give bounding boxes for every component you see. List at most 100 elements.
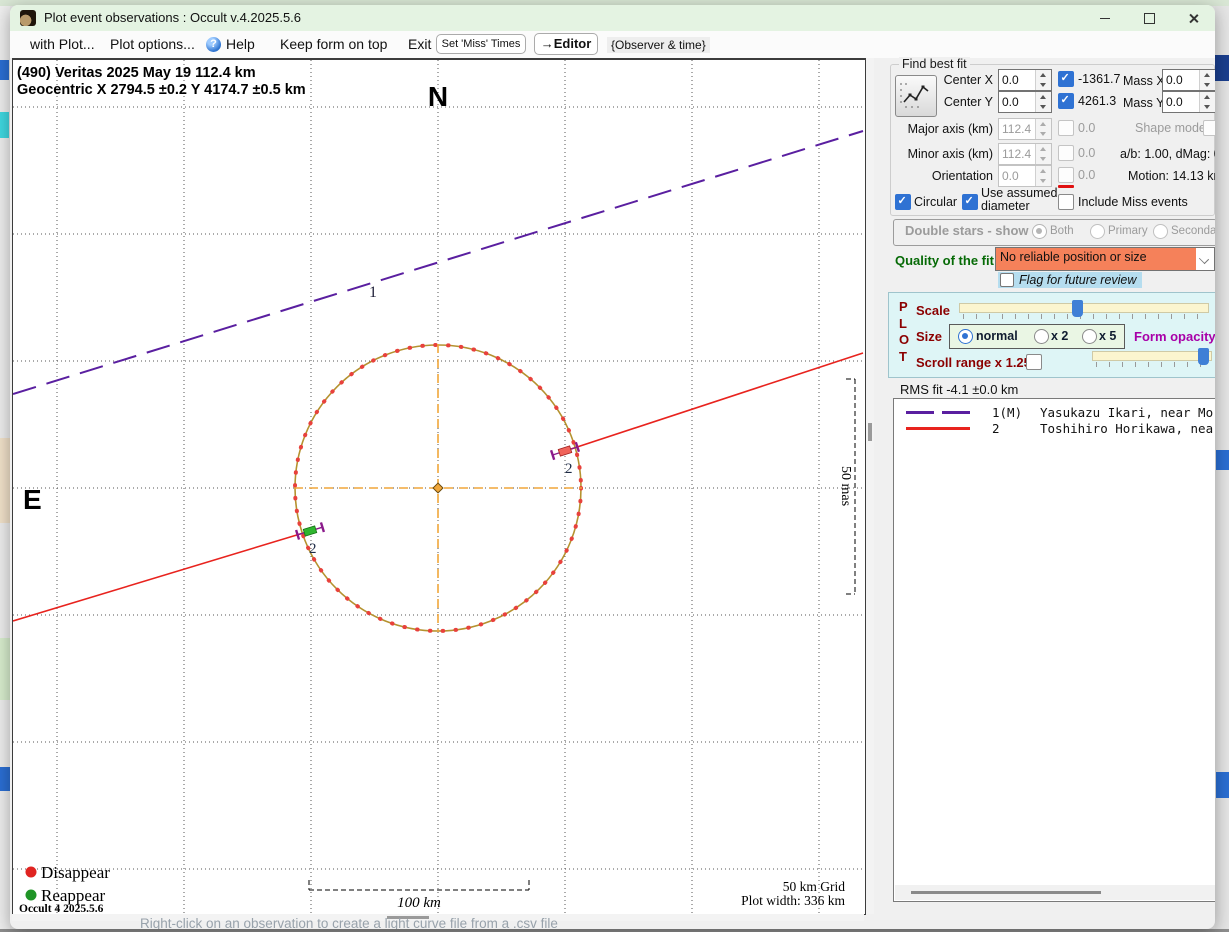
motion-text: Motion: 14.13 km/s [1128,169,1215,183]
flag-review-label: Flag for future review [1019,273,1136,287]
menu-exit[interactable]: Exit [408,36,431,52]
center-x-fit-checkbox[interactable] [1058,71,1074,87]
chord-1-miss-line[interactable] [13,131,863,394]
opacity-slider-thumb[interactable] [1198,348,1209,365]
center-x-spinner[interactable]: 0.0 [998,69,1052,91]
quality-dropdown[interactable]: No reliable position or size [995,247,1215,271]
menu-help[interactable]: Help [226,36,255,52]
observer-list-hscroll-thumb[interactable] [911,891,1101,894]
size-x5-radio[interactable] [1082,329,1097,344]
chord-2-legend-line [906,427,970,430]
include-miss-events-checkbox[interactable] [1058,194,1074,210]
orientation-fit-value: 0.0 [1078,168,1095,182]
circular-checkbox[interactable] [895,194,911,210]
size-radio-group: normal x 2 x 5 [949,324,1125,349]
close-button[interactable] [1171,5,1215,31]
occult-plot-window: Plot event observations : Occult v.4.202… [10,5,1215,929]
occultation-plot-canvas[interactable]: 1 2 2 (490) Veritas 2025 May 19 112.4 km… [12,58,866,915]
title-bar[interactable]: Plot event observations : Occult v.4.202… [10,5,1215,31]
use-assumed-diameter-checkbox[interactable] [962,194,978,210]
menu-with-plot[interactable]: with Plot... [30,36,95,52]
center-x-value: 0.0 [999,73,1035,87]
size-normal-label: normal [976,329,1018,343]
editor-button[interactable]: →Editor [534,33,598,55]
center-y-fit-value: 4261.3 [1078,94,1116,108]
plot-header-line1: (490) Veritas 2025 May 19 112.4 km [17,65,256,81]
double-primary-radio [1090,224,1105,239]
center-x-fit-value: -1361.7 [1078,72,1120,86]
observer-list-hscrollbar[interactable] [895,885,1215,900]
scroll-range-checkbox[interactable] [1026,354,1042,370]
scale-slider-track[interactable] [959,303,1209,313]
chord-2-line-right[interactable] [565,353,863,451]
maximize-button[interactable] [1127,5,1171,31]
observer-time-label[interactable]: {Observer & time} [607,37,710,53]
major-axis-fit-value: 0.0 [1078,121,1095,135]
background-fragment [0,638,10,700]
observer-row-2[interactable]: 2 Toshihiro Horikawa, nea [894,420,1215,437]
plot-vertical-scrollbar[interactable] [866,58,874,914]
observer-row-1[interactable]: 1(M) Yasukazu Ikari, near Mo [894,404,1215,421]
scale-bar-label: 100 km [397,895,441,911]
mass-x-label: Mass X [1123,74,1165,88]
help-icon[interactable] [206,37,221,52]
occult-version-label: Occult 4 2025.5.6 [19,903,104,914]
minimize-button[interactable] [1083,5,1127,31]
menu-plot-options[interactable]: Plot options... [110,36,195,52]
menu-keep-form-on-top[interactable]: Keep form on top [280,36,387,52]
spinner-arrows-icon[interactable] [1035,70,1051,90]
mass-y-spinner[interactable]: 0.0 [1162,91,1215,113]
spinner-arrows-icon[interactable] [1199,92,1215,112]
mass-x-value: 0.0 [1163,73,1199,87]
center-y-spinner[interactable]: 0.0 [998,91,1052,113]
major-axis-spinner: 112.4 [998,118,1052,140]
background-fragment [1216,450,1229,470]
major-axis-label: Major axis (km) [903,122,993,136]
orientation-fit-checkbox [1058,167,1074,183]
background-fragment [1215,55,1229,81]
spinner-arrows-icon [1035,119,1051,139]
east-label: E [23,484,42,515]
size-x2-radio[interactable] [1034,329,1049,344]
center-y-fit-checkbox[interactable] [1058,93,1074,109]
status-hint: Right-click on an observation to create … [140,916,558,929]
chevron-down-icon[interactable] [1196,248,1214,270]
scale-bar [309,880,529,890]
north-label: N [428,81,448,112]
observer-list[interactable]: 1(M) Yasukazu Ikari, near Mo 2 Toshihiro… [893,398,1215,902]
minor-axis-fit-checkbox [1058,145,1074,161]
form-opacity-slider[interactable] [1092,348,1212,368]
set-miss-times-button[interactable]: Set 'Miss' Times [436,34,526,54]
flag-review-checkbox[interactable] [1000,273,1014,287]
background-fragment [0,112,9,138]
flag-review-container: Flag for future review [998,272,1142,288]
double-both-label: Both [1050,225,1074,237]
observer-2-name: Toshihiro Horikawa, nea [1040,421,1213,436]
orientation-label: Orientation [903,169,993,183]
maximize-icon [1144,13,1155,24]
minimize-icon [1100,18,1110,19]
orientation-value: 0.0 [999,169,1035,183]
scale-slider-thumb[interactable] [1072,300,1083,317]
size-normal-radio[interactable] [958,329,973,344]
minor-axis-value: 112.4 [999,147,1035,161]
menu-bar: with Plot... Plot options... Help Keep f… [10,31,1215,58]
chord-1-label: 1 [369,284,377,301]
spinner-arrows-icon[interactable] [1035,92,1051,112]
mass-x-spinner[interactable]: 0.0 [1162,69,1215,91]
plot-svg: 1 2 2 (490) Veritas 2025 May 19 112.4 km… [13,60,865,914]
form-opacity-label: Form opacity [1134,329,1215,344]
opacity-slider-track[interactable] [1092,351,1212,361]
observer-2-number: 2 [992,421,1000,436]
opacity-slider-ticks [1096,362,1208,367]
mass-y-value: 0.0 [1163,95,1199,109]
scale-slider[interactable] [959,300,1209,320]
plot-vscroll-thumb[interactable] [868,423,872,441]
chord-2-line-left[interactable] [13,531,310,621]
background-fragment [0,438,10,523]
spinner-arrows-icon [1035,166,1051,186]
ab-dmag-text: a/b: 1.00, dMag: 0.00 [1120,147,1215,161]
chord-2-label-disappear: 2 [565,461,573,477]
spinner-arrows-icon[interactable] [1199,70,1215,90]
disappear-legend-dot [26,867,37,878]
